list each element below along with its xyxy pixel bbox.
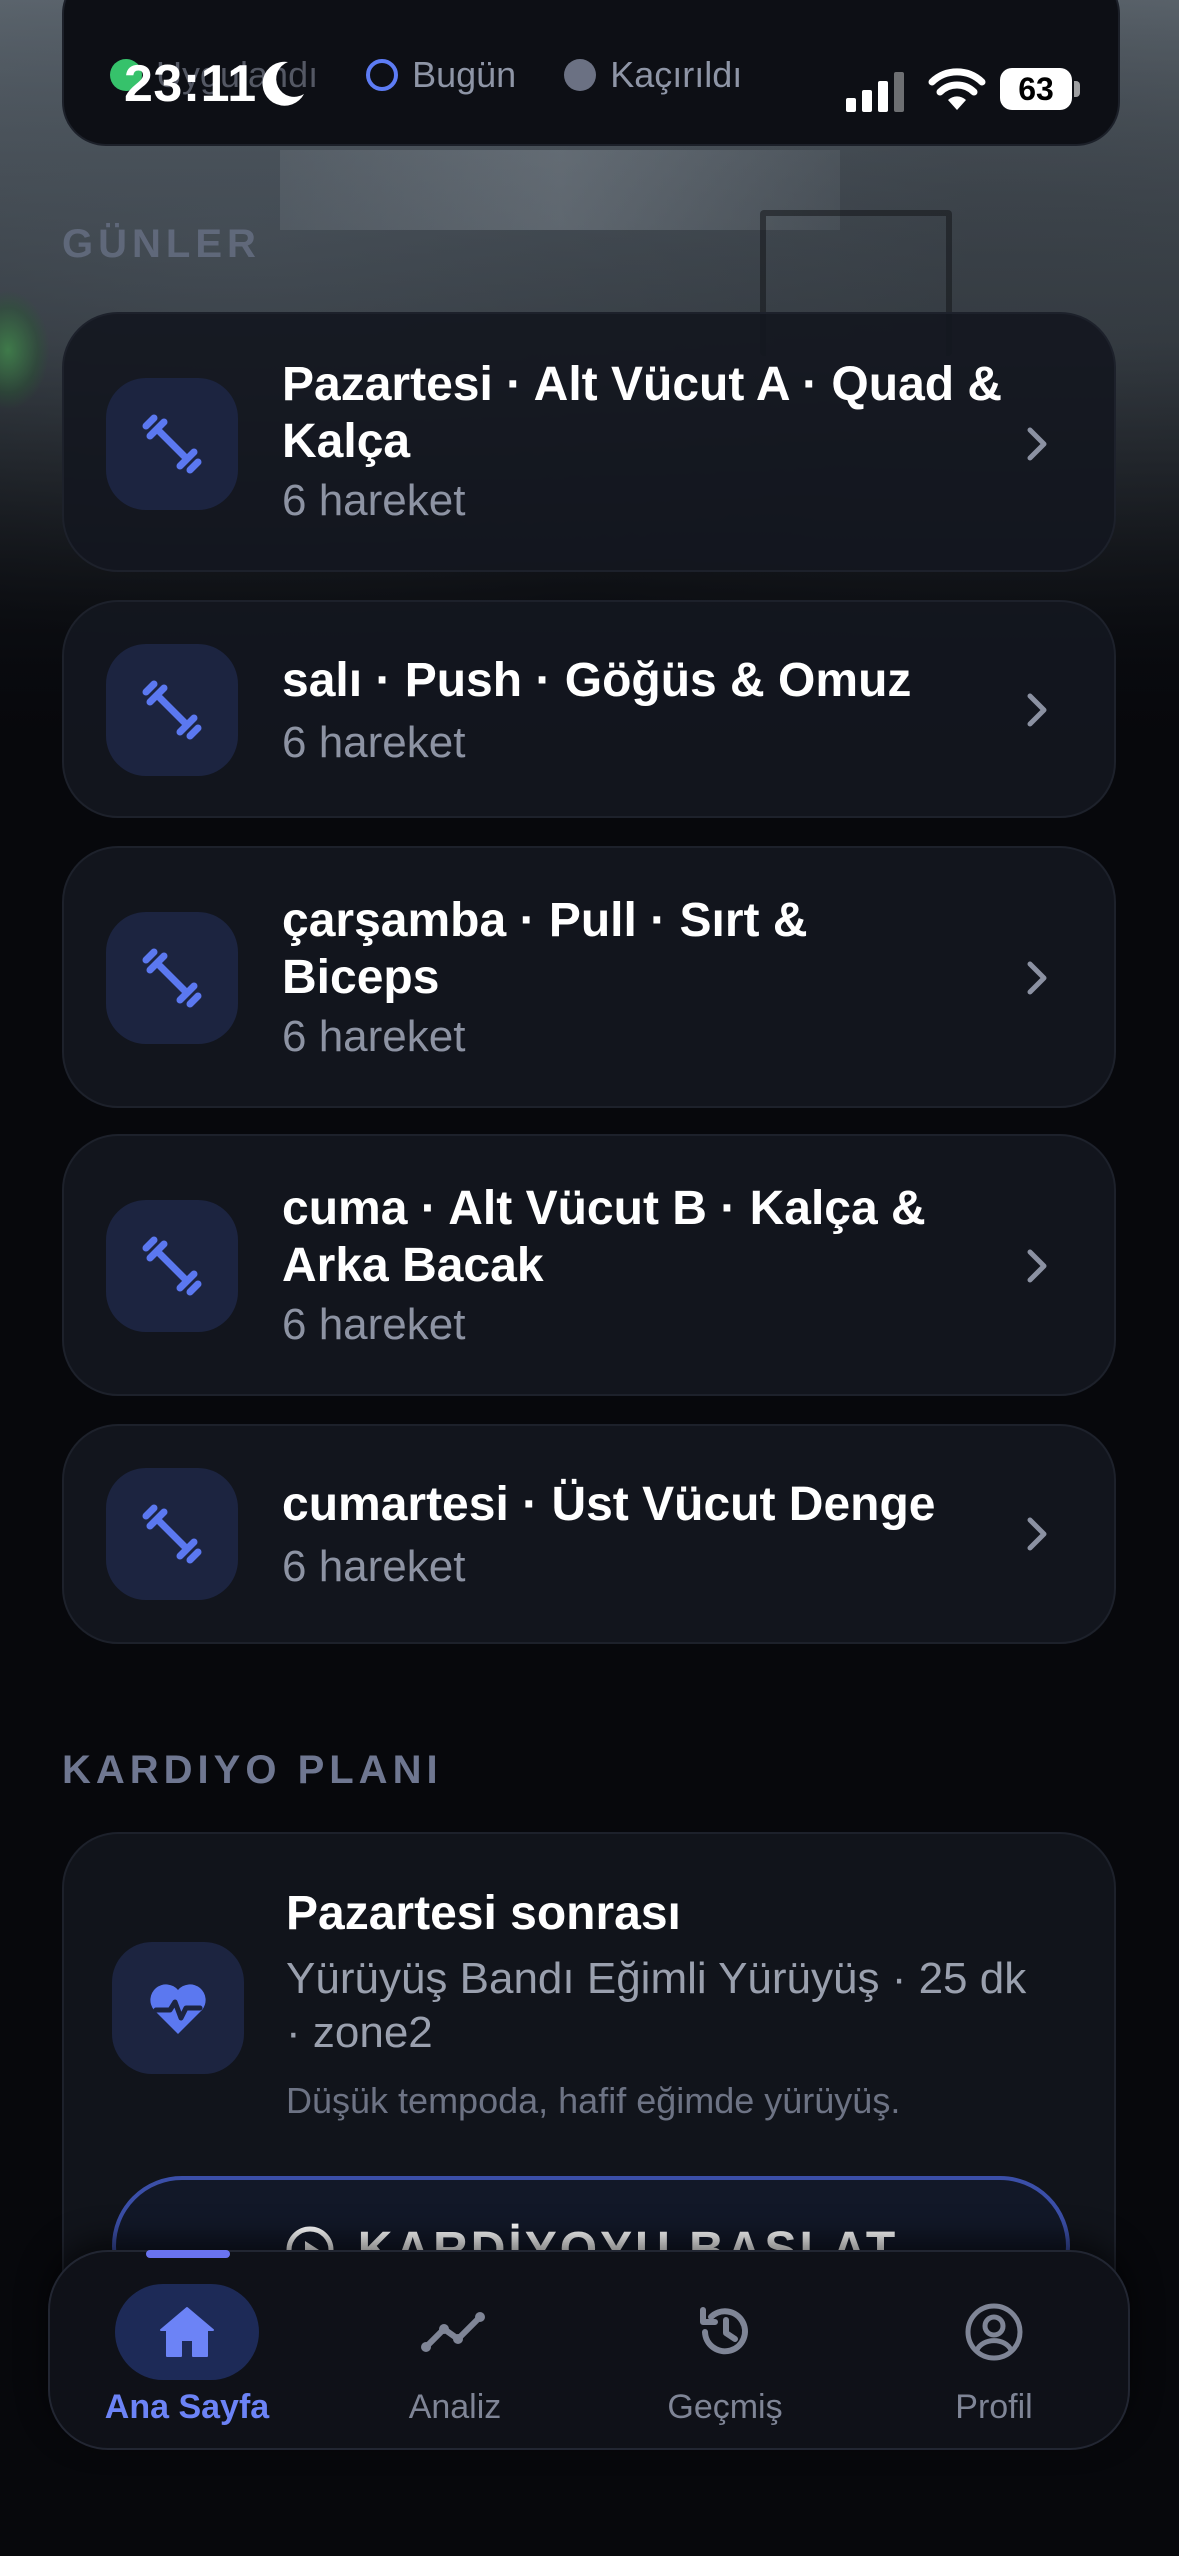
day-title: Pazartesi · Alt Vücut A · Quad & Kalça <box>282 358 1003 468</box>
day-subtitle: 6 hareket <box>282 1542 466 1591</box>
tab-icon-wrap <box>383 2284 527 2380</box>
cardio-description: Yürüyüş Bandı Eğimli Yürüyüş · 25 dk · z… <box>286 1954 1027 2057</box>
tab-icon-wrap <box>115 2284 259 2380</box>
chevron-right-icon <box>1027 427 1047 461</box>
moon-icon <box>262 61 304 106</box>
dumbbell-icon <box>142 948 202 1008</box>
day-subtitle: 6 hareket <box>282 476 466 525</box>
tab-home[interactable]: Ana Sayfa <box>67 2252 307 2452</box>
home-icon <box>160 2307 214 2357</box>
cardio-icon-tile <box>112 1942 244 2074</box>
status-bar: 23:11 63 <box>0 36 1179 136</box>
day-icon-tile <box>106 378 238 510</box>
tab-label: Ana Sayfa <box>104 2388 270 2426</box>
chevron-right-icon <box>1027 961 1047 995</box>
battery-nub <box>1074 81 1080 97</box>
day-title: cumartesi · Üst Vücut Denge <box>282 1478 936 1531</box>
tab-label: Geçmiş <box>667 2388 783 2426</box>
background-plant <box>0 290 50 410</box>
history-icon <box>700 2307 748 2355</box>
days-section-title: GÜNLER <box>62 222 261 266</box>
cardio-title: Pazartesi sonrası <box>286 1887 681 1940</box>
tab-analysis[interactable]: Analiz <box>335 2252 575 2452</box>
signal-icon <box>846 72 904 112</box>
tab-history[interactable]: Geçmiş <box>605 2252 845 2452</box>
heart-pulse-icon <box>150 1984 206 2034</box>
day-icon-tile <box>106 912 238 1044</box>
day-subtitle: 6 hareket <box>282 1012 466 1061</box>
tab-profile[interactable]: Profil <box>874 2252 1114 2452</box>
cardio-note: Düşük tempoda, hafif eğimde yürüyüş. <box>286 2080 901 2121</box>
dumbbell-icon <box>142 1236 202 1296</box>
tab-bar: Ana Sayfa Analiz Geçmiş Profil <box>48 2250 1130 2450</box>
wifi-icon <box>928 68 986 110</box>
dumbbell-icon <box>142 1504 202 1564</box>
chevron-right-icon <box>1027 1517 1047 1551</box>
user-circle-icon <box>965 2303 1023 2361</box>
dumbbell-icon <box>142 680 202 740</box>
day-title: çarşamba · Pull · Sırt & Biceps <box>282 894 808 1004</box>
day-icon-tile <box>106 1468 238 1600</box>
day-card[interactable]: cuma · Alt Vücut B · Kalça & Arka Bacak … <box>62 1134 1116 1396</box>
day-title: salı · Push · Göğüs & Omuz <box>282 654 912 707</box>
day-icon-tile <box>106 1200 238 1332</box>
day-title: cuma · Alt Vücut B · Kalça & Arka Bacak <box>282 1182 926 1292</box>
tab-label: Analiz <box>408 2388 502 2426</box>
status-time: 23:11 <box>124 55 257 113</box>
day-card[interactable]: cumartesi · Üst Vücut Denge 6 hareket <box>62 1424 1116 1644</box>
battery-level: 63 <box>1018 70 1054 107</box>
day-icon-tile <box>106 644 238 776</box>
tab-icon-wrap <box>922 2284 1066 2380</box>
day-card[interactable]: Pazartesi · Alt Vücut A · Quad & Kalça 6… <box>62 312 1116 572</box>
background-window <box>280 150 840 230</box>
chart-line-icon <box>421 2312 485 2352</box>
dumbbell-icon <box>142 414 202 474</box>
cardio-section-title: KARDIYO PLANI <box>62 1748 443 1792</box>
chevron-right-icon <box>1027 693 1047 727</box>
tab-label: Profil <box>955 2388 1033 2426</box>
day-card[interactable]: salı · Push · Göğüs & Omuz 6 hareket <box>62 600 1116 818</box>
chevron-right-icon <box>1027 1249 1047 1283</box>
day-subtitle: 6 hareket <box>282 718 466 767</box>
tab-icon-wrap <box>653 2284 797 2380</box>
day-card[interactable]: çarşamba · Pull · Sırt & Biceps 6 hareke… <box>62 846 1116 1108</box>
day-subtitle: 6 hareket <box>282 1300 466 1349</box>
battery-indicator: 63 <box>1000 68 1072 110</box>
